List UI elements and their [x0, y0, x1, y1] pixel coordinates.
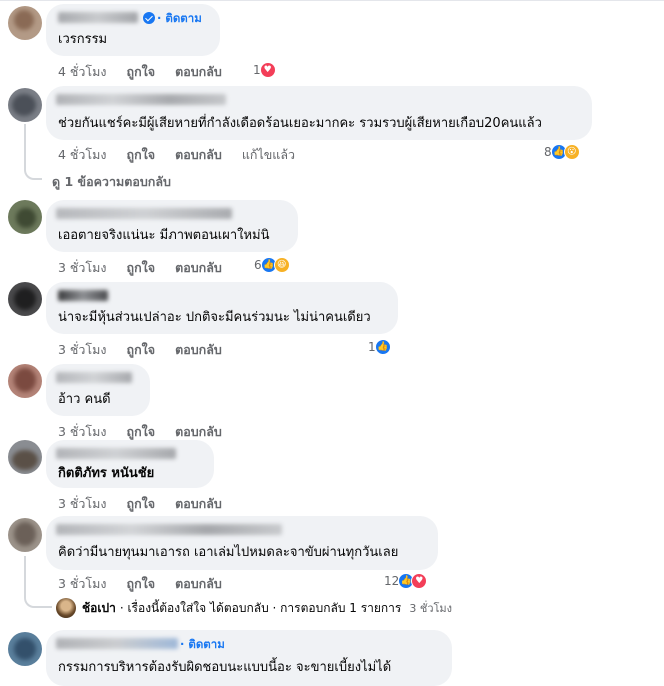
reply-preview[interactable]: ช้อเปา · เรื่องนี้ต้องใส่ใจ ได้ตอบกลับ ·…: [56, 598, 452, 618]
avatar[interactable]: [8, 364, 42, 398]
reaction-count: 12: [384, 574, 400, 588]
reaction-summary[interactable]: 8 👍 😮: [544, 143, 580, 161]
haha-icon: 😆: [273, 257, 290, 273]
avatar[interactable]: [8, 518, 42, 552]
reply-button[interactable]: ตอบกลับ: [175, 494, 222, 514]
like-button[interactable]: ถูกใจ: [127, 340, 156, 360]
comment-actions: 3 ชั่วโมง ถูกใจ ตอบกลับ: [58, 574, 242, 594]
avatar[interactable]: [8, 632, 42, 666]
author-name-redacted[interactable]: [56, 638, 178, 649]
comment-text: อ้าว คนดี: [58, 392, 111, 407]
comment-text: เวรกรรม: [58, 32, 108, 47]
follow-link[interactable]: · ติดตาม: [180, 636, 225, 654]
reaction-summary[interactable]: 1 ♥: [253, 61, 276, 79]
avatar[interactable]: [8, 440, 42, 474]
heart-icon: ♥: [259, 62, 276, 78]
comment-actions: 3 ชั่วโมง ถูกใจ ตอบกลับ: [58, 422, 242, 442]
comment-text[interactable]: กิตติภัทร หนันชัย: [58, 466, 154, 482]
comment-text: กรรมการบริหารต้องรับผิดชอบนะแบบนี้อะ จะข…: [58, 660, 392, 675]
reply-time: 3 ชั่วโมง: [409, 602, 453, 615]
heart-icon: ♥: [411, 573, 428, 589]
timestamp[interactable]: 3 ชั่วโมง: [58, 494, 107, 514]
avatar[interactable]: [8, 282, 42, 316]
comment-actions: 3 ชั่วโมง ถูกใจ ตอบกลับ: [58, 258, 242, 278]
comment-text: ช่วยกันแชร์คะมีผู้เสียหายที่กำลังเดือดร้…: [58, 116, 542, 131]
comment-text: คิดว่ามีนายทุนมาเอารถ เอาเล่มไปหมดละจาขั…: [58, 545, 399, 560]
comment-actions: 4 ชั่วโมง ถูกใจ ตอบกลับ: [58, 62, 242, 82]
reply-button[interactable]: ตอบกลับ: [175, 422, 222, 442]
comment-actions: 3 ชั่วโมง ถูกใจ ตอบกลับ: [58, 494, 242, 514]
timestamp[interactable]: 4 ชั่วโมง: [58, 62, 107, 82]
author-name-redacted[interactable]: [56, 448, 176, 459]
like-icon: 👍: [374, 339, 391, 355]
reply-button[interactable]: ตอบกลับ: [175, 340, 222, 360]
comment-actions: 4 ชั่วโมง ถูกใจ ตอบกลับ แก้ไขแล้ว: [58, 145, 315, 165]
avatar[interactable]: [8, 6, 42, 40]
timestamp[interactable]: 4 ชั่วโมง: [58, 145, 107, 165]
timestamp[interactable]: 3 ชั่วโมง: [58, 422, 107, 442]
like-button[interactable]: ถูกใจ: [127, 494, 156, 514]
avatar[interactable]: [8, 88, 42, 122]
timestamp[interactable]: 3 ชั่วโมง: [58, 258, 107, 278]
author-name-redacted[interactable]: [56, 524, 282, 535]
follow-link[interactable]: · ติดตาม: [157, 10, 202, 28]
like-button[interactable]: ถูกใจ: [127, 574, 156, 594]
author-name-redacted[interactable]: [58, 290, 108, 301]
comment-text: น่าจะมีหุ้นส่วนเปล่าอะ ปกติจะมีคนร่วมนะ …: [58, 310, 371, 325]
view-replies-link[interactable]: ดู 1 ข้อความตอบกลับ: [52, 172, 171, 192]
author-name-redacted[interactable]: [56, 372, 132, 383]
author-name-redacted[interactable]: [58, 12, 138, 23]
reply-avatar: [56, 598, 76, 618]
reply-summary: · เรื่องนี้ต้องใส่ใจ ได้ตอบกลับ · การตอบ…: [119, 600, 402, 615]
like-button[interactable]: ถูกใจ: [127, 422, 156, 442]
edited-label: แก้ไขแล้ว: [241, 147, 296, 162]
reaction-summary[interactable]: 1 👍: [368, 338, 391, 356]
thread-connector: [24, 556, 52, 608]
verified-badge-icon: [143, 12, 155, 24]
reaction-summary[interactable]: 6 👍 😆: [254, 256, 290, 274]
comment-text: เออตายจริงแน่นะ มีภาพตอนเผาใหม่นิ: [58, 228, 270, 243]
reply-author[interactable]: ช้อเปา: [82, 599, 116, 618]
reply-button[interactable]: ตอบกลับ: [175, 574, 222, 594]
reaction-summary[interactable]: 12 👍 ♥: [384, 572, 428, 590]
wow-icon: 😮: [563, 144, 580, 160]
thread-connector: [24, 124, 42, 180]
avatar[interactable]: [8, 200, 42, 234]
like-button[interactable]: ถูกใจ: [127, 62, 156, 82]
reply-button[interactable]: ตอบกลับ: [175, 145, 222, 165]
like-button[interactable]: ถูกใจ: [127, 145, 156, 165]
author-name-redacted[interactable]: [56, 94, 226, 105]
author-name-redacted[interactable]: [56, 208, 232, 219]
timestamp[interactable]: 3 ชั่วโมง: [58, 340, 107, 360]
top-divider: [0, 0, 664, 1]
reply-button[interactable]: ตอบกลับ: [175, 258, 222, 278]
comment-actions: 3 ชั่วโมง ถูกใจ ตอบกลับ: [58, 340, 242, 360]
reply-button[interactable]: ตอบกลับ: [175, 62, 222, 82]
timestamp[interactable]: 3 ชั่วโมง: [58, 574, 107, 594]
like-button[interactable]: ถูกใจ: [127, 258, 156, 278]
